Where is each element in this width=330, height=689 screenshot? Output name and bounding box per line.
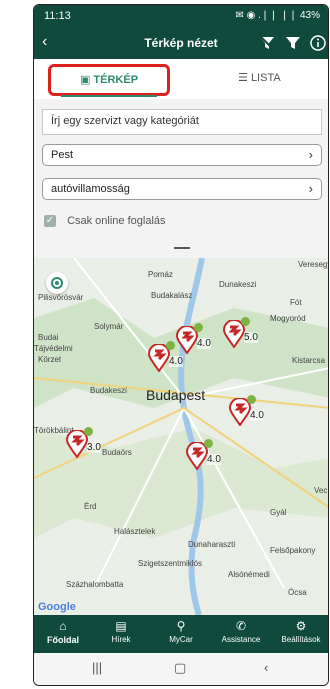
car-icon: ⚲ bbox=[176, 619, 186, 633]
locate-me-button[interactable] bbox=[46, 272, 68, 294]
drag-handle[interactable] bbox=[174, 247, 190, 249]
map-label: Százhalombatta bbox=[66, 580, 124, 589]
tab-list[interactable]: ☰ LISTA bbox=[238, 71, 281, 84]
back-system-button[interactable]: ‹ bbox=[264, 660, 268, 675]
online-check-icon bbox=[241, 317, 250, 326]
map-label: Alsónémedi bbox=[228, 570, 270, 579]
home-system-button[interactable]: ▢ bbox=[174, 660, 186, 676]
service-pin[interactable]: 5.0 bbox=[223, 317, 258, 352]
nav-assistance[interactable]: ✆ Assistance bbox=[212, 619, 270, 644]
online-booking-checkbox[interactable]: ✓ Csak online foglalás bbox=[44, 215, 166, 228]
category-select[interactable]: autóvillamosság › bbox=[42, 178, 322, 200]
checkbox-check-icon[interactable]: ✓ bbox=[44, 215, 56, 228]
status-indicators: ✉ ◉ .❘❘ ❘❘ 43% bbox=[235, 10, 320, 21]
pin-rating: 3.0 bbox=[87, 442, 101, 453]
pin-rating: 4.0 bbox=[169, 356, 183, 367]
gear-icon: ⚙ bbox=[295, 619, 307, 633]
active-tab-indicator bbox=[61, 95, 157, 97]
service-pin[interactable]: 3.0 bbox=[66, 427, 101, 462]
map-label: Ócsa bbox=[288, 588, 307, 597]
app-bar: ‹ Térkép nézet bbox=[34, 27, 328, 59]
pin-rating: 4.0 bbox=[207, 454, 221, 465]
service-pin[interactable]: 4.0 bbox=[148, 341, 183, 376]
map-label: Pilisvörösvár bbox=[38, 293, 84, 302]
map-label: Halásztelek bbox=[114, 527, 156, 536]
tab-map[interactable]: ▣ TÉRKÉP bbox=[48, 64, 170, 97]
map-label: Szigetszentmiklós bbox=[138, 559, 203, 568]
phone-icon: ✆ bbox=[235, 619, 247, 633]
view-tabs: ▣ TÉRKÉP ☰ LISTA bbox=[34, 59, 328, 99]
nav-mycar[interactable]: ⚲ MyCar bbox=[152, 619, 210, 644]
no-filter-icon[interactable] bbox=[258, 34, 276, 52]
nav-settings-label: Beállítások bbox=[281, 635, 321, 644]
crosshair-icon bbox=[51, 277, 63, 289]
online-check-icon bbox=[84, 427, 93, 436]
pin-rating: 4.0 bbox=[197, 338, 211, 349]
location-select[interactable]: Pest › bbox=[42, 144, 322, 166]
nav-mycar-label: MyCar bbox=[169, 635, 193, 644]
nav-settings[interactable]: ⚙ Beállítások bbox=[272, 619, 328, 644]
map-label: Felsőpakony bbox=[270, 546, 316, 555]
map-label: Gyál bbox=[270, 508, 287, 517]
location-select-value: Pest bbox=[51, 149, 74, 161]
search-input[interactable]: Írj egy szervizt vagy kategóriát bbox=[42, 109, 322, 135]
recent-apps-button[interactable]: ||| bbox=[92, 660, 102, 675]
google-attribution: Google bbox=[38, 601, 76, 613]
category-select-value: autóvillamosság bbox=[51, 183, 130, 195]
list-icon: ☰ bbox=[238, 72, 248, 84]
map-label: Kistarcsa bbox=[292, 356, 325, 365]
map-label: Budaörs bbox=[102, 448, 132, 457]
chevron-right-icon: › bbox=[308, 147, 313, 162]
pin-rating: 5.0 bbox=[244, 332, 258, 343]
map-view[interactable]: Pomáz Dunakeszi Veresegy Pilisvörösvár B… bbox=[34, 258, 328, 615]
system-navigation: ||| ▢ ‹ bbox=[34, 653, 328, 685]
online-booking-label: Csak online foglalás bbox=[67, 215, 166, 227]
status-bar: 11:13 ✉ ◉ .❘❘ ❘❘ 43% bbox=[34, 5, 328, 27]
nav-home-label: Főoldal bbox=[47, 635, 79, 645]
online-check-icon bbox=[247, 395, 256, 404]
map-label: Tájvédelmi bbox=[34, 344, 73, 353]
home-icon: ⌂ bbox=[59, 619, 67, 633]
online-check-icon bbox=[166, 341, 175, 350]
nav-news[interactable]: ▤ Hírek bbox=[92, 619, 150, 644]
nav-news-label: Hírek bbox=[111, 635, 131, 644]
map-label: Pomáz bbox=[148, 270, 173, 279]
status-time: 11:13 bbox=[44, 10, 71, 22]
map-label: Dunakeszi bbox=[219, 280, 257, 289]
news-icon: ▤ bbox=[115, 619, 127, 633]
map-label: Dunaharaszti bbox=[188, 540, 236, 549]
map-label: Budakalász bbox=[151, 291, 193, 300]
map-label: Budai bbox=[38, 333, 59, 342]
map-label: Veresegy bbox=[298, 260, 328, 269]
service-pin[interactable]: 4.0 bbox=[176, 323, 211, 358]
map-label: Vec bbox=[314, 486, 328, 495]
map-label: Körzet bbox=[38, 355, 62, 364]
online-check-icon bbox=[204, 439, 213, 448]
pin-rating: 4.0 bbox=[250, 410, 264, 421]
map-label: Mogyoród bbox=[270, 314, 306, 323]
map-label-city: Budapest bbox=[146, 387, 206, 403]
map-label: Solymár bbox=[94, 322, 124, 331]
tab-map-label: TÉRKÉP bbox=[93, 74, 139, 86]
tab-list-label: LISTA bbox=[250, 72, 281, 84]
service-pin[interactable]: 4.0 bbox=[229, 395, 264, 430]
info-icon[interactable] bbox=[309, 34, 327, 52]
service-pin[interactable]: 4.0 bbox=[186, 439, 221, 474]
phone-screen: 11:13 ✉ ◉ .❘❘ ❘❘ 43% ‹ Térkép nézet ▣ TÉ… bbox=[33, 4, 329, 686]
chevron-right-icon: › bbox=[308, 181, 313, 196]
map-icon: ▣ bbox=[79, 74, 91, 86]
nav-home[interactable]: ⌂ Főoldal bbox=[34, 619, 92, 645]
map-label: Fót bbox=[290, 298, 302, 307]
online-check-icon bbox=[194, 323, 203, 332]
bottom-navigation: ⌂ Főoldal ▤ Hírek ⚲ MyCar ✆ Assistance ⚙… bbox=[34, 615, 328, 653]
filter-icon[interactable] bbox=[284, 34, 302, 52]
nav-assistance-label: Assistance bbox=[221, 635, 261, 644]
map-label: Érd bbox=[84, 502, 97, 511]
map-label: Budakeszi bbox=[90, 386, 127, 395]
